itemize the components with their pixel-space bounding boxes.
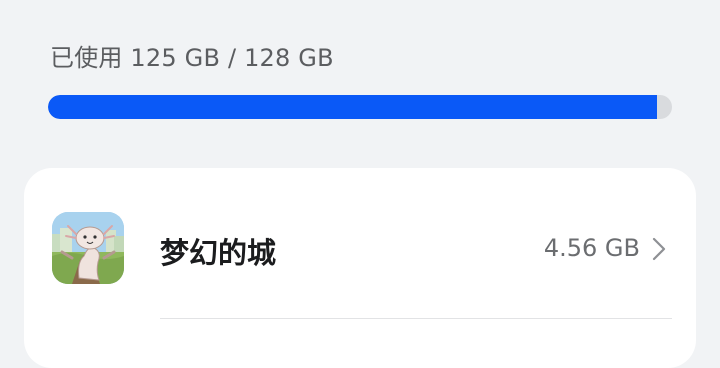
app-list-item[interactable]: 梦幻的城 4.56 GB xyxy=(24,168,696,320)
list-divider xyxy=(160,318,672,319)
app-icon xyxy=(52,212,124,284)
storage-progress-fill xyxy=(48,95,658,119)
app-size: 4.56 GB xyxy=(543,234,640,262)
storage-progress-bar xyxy=(48,95,672,119)
storage-usage-label: 已使用 125 GB / 128 GB xyxy=(50,44,334,72)
chevron-right-icon xyxy=(652,237,666,261)
app-storage-card: 梦幻的城 4.56 GB xyxy=(24,168,696,368)
app-name: 梦幻的城 xyxy=(160,236,277,270)
